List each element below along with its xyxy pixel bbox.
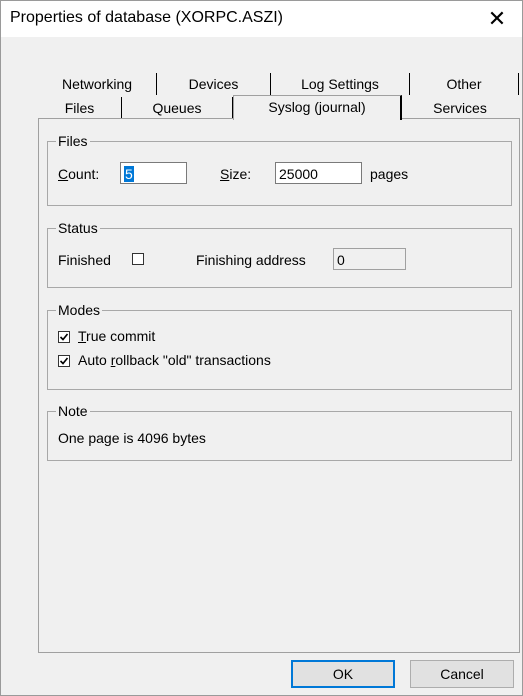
tab-devices[interactable]: Devices xyxy=(157,73,271,95)
files-group: Files Count: 5 Size: 25000 pages xyxy=(47,133,512,206)
tab-queues[interactable]: Queues xyxy=(122,97,233,119)
true-commit-checkbox[interactable] xyxy=(58,331,70,343)
window-title: Properties of database (XORPC.ASZI) xyxy=(10,9,283,26)
ok-button[interactable]: OK xyxy=(291,660,395,688)
modes-group-label: Modes xyxy=(56,302,103,318)
note-text: One page is 4096 bytes xyxy=(58,430,206,446)
size-unit-label: pages xyxy=(370,166,409,182)
close-icon[interactable]: ✕ xyxy=(482,4,512,34)
note-group: Note One page is 4096 bytes xyxy=(47,403,512,461)
tab-other[interactable]: Other xyxy=(410,73,519,95)
finishing-address-label: Finishing address xyxy=(196,252,306,268)
cancel-button[interactable]: Cancel xyxy=(410,660,514,688)
finished-checkbox[interactable] xyxy=(132,253,144,265)
properties-dialog: Properties of database (XORPC.ASZI) ✕ Ne… xyxy=(0,0,523,696)
size-label: Size: xyxy=(220,166,252,182)
tab-files[interactable]: Files xyxy=(38,97,122,119)
size-input[interactable]: 25000 xyxy=(275,162,362,184)
status-group-label: Status xyxy=(56,220,100,236)
tab-services[interactable]: Services xyxy=(402,97,518,119)
note-group-label: Note xyxy=(56,403,90,419)
auto-rollback-checkbox[interactable] xyxy=(58,355,70,367)
finished-label: Finished xyxy=(58,252,111,268)
title-bar: Properties of database (XORPC.ASZI) ✕ xyxy=(1,1,522,37)
tab-log-settings[interactable]: Log Settings xyxy=(271,73,410,95)
auto-rollback-label: Auto rollback "old" transactions xyxy=(78,352,271,368)
finishing-address-field: 0 xyxy=(333,248,406,270)
check-icon xyxy=(59,357,69,365)
count-input[interactable]: 5 xyxy=(120,162,187,184)
tab-panel-syslog: Files Count: 5 Size: 25000 pages Status … xyxy=(38,118,520,653)
files-group-label: Files xyxy=(56,133,90,149)
status-group: Status Finished Finishing address 0 xyxy=(47,220,512,288)
modes-group: Modes True commit Auto rollback "old" tr… xyxy=(47,302,512,390)
tab-syslog-journal[interactable]: Syslog (journal) xyxy=(233,95,402,120)
count-label: Count: xyxy=(58,166,100,182)
check-icon xyxy=(59,333,69,341)
true-commit-label: True commit xyxy=(78,328,156,344)
tab-networking[interactable]: Networking xyxy=(38,73,157,95)
